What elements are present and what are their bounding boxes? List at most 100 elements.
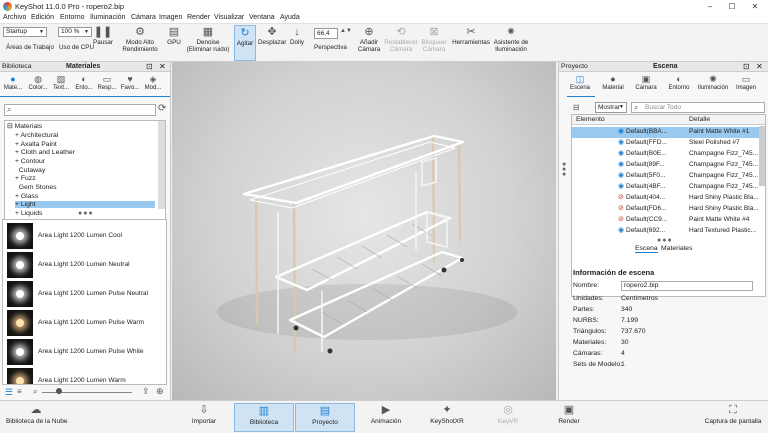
render-button[interactable]: ▣ Render xyxy=(539,403,599,432)
scene-search-input[interactable]: ⌕ Buscar Todo xyxy=(631,102,765,113)
tab-favoritos[interactable]: ♥ Favo... xyxy=(119,74,141,91)
eye-icon[interactable]: ◉ xyxy=(618,127,624,135)
splitter-handle[interactable]: ●●● xyxy=(657,237,673,244)
menu-visualizar[interactable]: Visualizar xyxy=(214,14,244,21)
pin-icon[interactable]: ⊡ xyxy=(146,62,153,71)
scene-row[interactable]: ⊘ Default(404... Hard Shiny Plastic Bla... xyxy=(572,193,765,204)
scene-row[interactable]: ◉ Default(B0E... Champagne Fizz_745... xyxy=(572,149,765,160)
tab-imagen[interactable]: ▭ Imagen xyxy=(733,74,759,91)
tree-item[interactable]: Gem Stones xyxy=(15,184,57,191)
tab-escena[interactable]: ◫ Escena xyxy=(567,74,593,91)
tab-material[interactable]: ● Material xyxy=(599,74,627,91)
reset-camera-button[interactable]: ⟲ Restablecer Cámara xyxy=(383,25,419,53)
menu-archivo[interactable]: Archivo xyxy=(3,14,26,21)
splitter-handle[interactable]: ●●● xyxy=(78,210,94,217)
screenshot-button[interactable]: ⛶ Captura de pantalla xyxy=(700,403,766,432)
grid-view-icon[interactable]: ☰ xyxy=(5,387,13,398)
tab-camara[interactable]: ▣ Cámara xyxy=(633,74,659,91)
tab-texturas[interactable]: ▨ Text... xyxy=(50,74,72,91)
scene-row[interactable]: ⊘ Default(FD6... Hard Shiny Plastic Bla... xyxy=(572,204,765,215)
add-camera-button[interactable]: ⊕ Añadir Cámara xyxy=(356,25,382,53)
refresh-icon[interactable]: ⟳ xyxy=(158,103,166,114)
scene-row[interactable]: ◉ Default(4BF... Champagne Fizz_745... xyxy=(572,182,765,193)
tab-respaldos[interactable]: ▭ Resp... xyxy=(96,74,118,91)
tree-item[interactable]: + Cloth and Leather xyxy=(15,149,75,156)
add-icon[interactable]: ⊕ xyxy=(156,386,164,397)
maximize-button[interactable]: ☐ xyxy=(722,1,742,12)
tree-item[interactable]: + Axalta Paint xyxy=(15,141,57,148)
close-icon[interactable]: ✕ xyxy=(756,62,763,71)
gpu-button[interactable]: ▤ GPU xyxy=(165,25,183,46)
tools-button[interactable]: ✂ Herramientas xyxy=(452,25,490,46)
scene-row[interactable]: ◉ Default(89F... Champagne Fizz_745... xyxy=(572,160,765,171)
close-window-button[interactable]: ✕ xyxy=(745,1,765,12)
eye-hidden-icon[interactable]: ⊘ xyxy=(618,204,624,212)
lock-camera-button[interactable]: ⊠ Bloquear Cámara xyxy=(420,25,448,53)
keyshotxr-button[interactable]: ✦ KeyShotXR xyxy=(417,403,477,432)
tab-iluminacion[interactable]: ✺ Iluminación xyxy=(696,74,730,91)
thumbnail-item[interactable]: Area Light 1200 Lumen Pulse Warm xyxy=(5,309,165,337)
library-button[interactable]: ▥ Biblioteca xyxy=(234,403,294,432)
eye-icon[interactable]: ◉ xyxy=(618,138,624,146)
scene-row[interactable]: ◉ Default(BBA... Paint Matte White #1 xyxy=(572,127,765,138)
performance-mode-button[interactable]: ⚙ Modo Alto Rendimiento xyxy=(116,25,164,53)
close-icon[interactable]: ✕ xyxy=(159,62,166,71)
list-view-icon[interactable]: ≡ xyxy=(17,387,22,396)
render-viewport[interactable] xyxy=(172,62,556,400)
tumble-button[interactable]: ↻ Agitar xyxy=(234,25,256,61)
tree-root-materials[interactable]: ⊟ Materials xyxy=(7,122,42,130)
scene-row[interactable]: ◉ Default(5F0... Champagne Fizz_745... xyxy=(572,171,765,182)
menu-ventana[interactable]: Ventana xyxy=(249,14,275,21)
minimize-button[interactable]: – xyxy=(700,1,720,12)
menu-iluminacion[interactable]: Iluminación xyxy=(90,14,125,21)
show-dropdown[interactable]: Mostrar ▼ xyxy=(595,102,627,113)
eye-icon[interactable]: ◉ xyxy=(618,160,624,168)
eye-icon[interactable]: ◉ xyxy=(618,171,624,179)
tree-item[interactable]: + Architectural xyxy=(15,132,58,139)
perspective-input[interactable]: 66,4 xyxy=(314,28,338,39)
thumbnail-item[interactable]: Area Light 1200 Lumen Pulse Neutral xyxy=(5,280,165,308)
tree-item-selected[interactable]: + Light xyxy=(15,201,155,208)
tree-item[interactable]: Cutaway xyxy=(15,167,45,174)
tree-item[interactable]: + Liquids xyxy=(15,210,42,217)
library-search-input[interactable]: ⌕ xyxy=(4,104,156,116)
slider-handle[interactable] xyxy=(56,388,62,394)
animation-button[interactable]: ▶ Animación xyxy=(356,403,416,432)
tab-entorno[interactable]: ◐ Entorno xyxy=(665,74,693,91)
scene-row[interactable]: ◉ Default(FFD... Steel Polished #7 xyxy=(572,138,765,149)
lighting-wizard-button[interactable]: ✷ Asistente de Iluminación xyxy=(492,25,530,53)
eye-hidden-icon[interactable]: ⊘ xyxy=(618,215,624,223)
eye-icon[interactable]: ◉ xyxy=(618,182,624,190)
pause-button[interactable]: ❚❚ Pausar xyxy=(92,25,114,46)
tab-colores[interactable]: ◍ Color... xyxy=(26,74,50,91)
pan-button[interactable]: ✥ Desplazar xyxy=(258,25,286,46)
spinner-icon[interactable]: ▲▼ xyxy=(340,28,352,34)
scene-name-input[interactable]: ropero2.bip xyxy=(621,281,753,291)
tab-materiales[interactable]: ● Mate... xyxy=(2,74,24,91)
tree-scrollbar[interactable] xyxy=(158,121,165,209)
thumbnail-item[interactable]: Area Light 1200 Lumen Cool xyxy=(5,222,165,250)
import-button[interactable]: ⇩ Importar xyxy=(174,403,234,432)
subtab-escena[interactable]: Escena xyxy=(635,245,658,253)
tree-item[interactable]: + Glass xyxy=(15,193,38,200)
scene-row[interactable]: ⊘ Default(CC9... Paint Matte White #4 xyxy=(572,215,765,226)
thumbnail-item[interactable]: Area Light 1200 Lumen Neutral xyxy=(5,251,165,279)
tab-entornos[interactable]: ◐ Ento... xyxy=(73,74,95,91)
denoise-button[interactable]: ▦ Denoise (Eliminar ruido) xyxy=(184,25,232,53)
menu-render[interactable]: Render xyxy=(187,14,210,21)
subtab-materiales[interactable]: Materiales xyxy=(661,245,692,252)
eye-icon[interactable]: ◉ xyxy=(618,226,624,234)
cloud-library-button[interactable]: ☁ Biblioteca de la Nube xyxy=(6,403,67,432)
pin-icon[interactable]: ⊡ xyxy=(743,62,750,71)
workspace-select[interactable]: Startup ▼ xyxy=(3,27,47,37)
tree-item[interactable]: + Fuzz xyxy=(15,175,36,182)
scene-row[interactable]: ◉ Default(692... Hard Textured Plastic... xyxy=(572,226,765,237)
thumbnail-item[interactable]: Area Light 1200 Lumen Pulse White xyxy=(5,338,165,366)
menu-edicion[interactable]: Edición xyxy=(31,14,54,21)
project-button[interactable]: ▤ Proyecto xyxy=(295,403,355,432)
filter-icon[interactable]: ⊟ xyxy=(573,103,580,112)
upload-icon[interactable]: ⇪ xyxy=(142,386,150,397)
menu-camara[interactable]: Cámara xyxy=(131,14,156,21)
menu-entorno[interactable]: Entorno xyxy=(60,14,85,21)
dolly-button[interactable]: ↓ Dolly xyxy=(288,25,306,46)
